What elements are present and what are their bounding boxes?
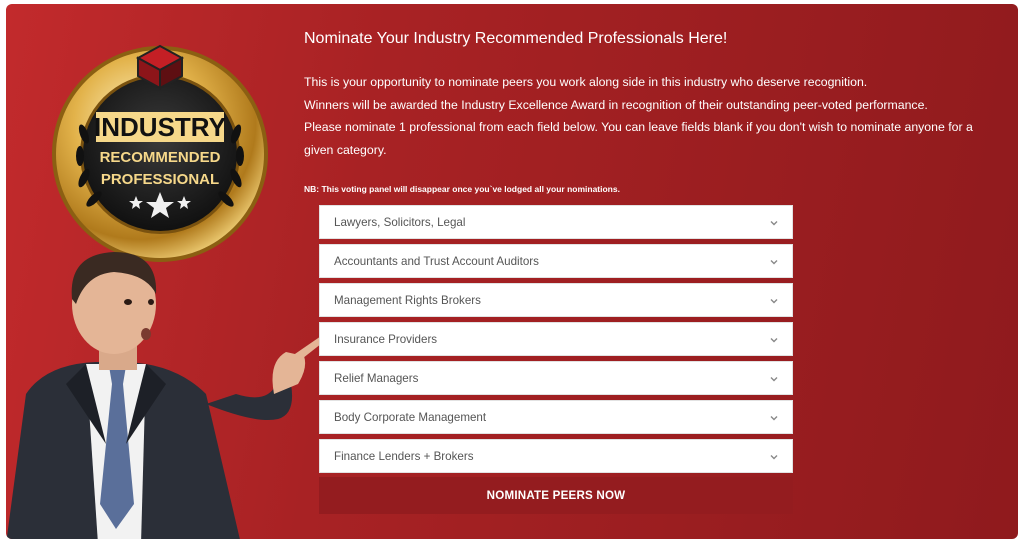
page-title: Nominate Your Industry Recommended Profe… <box>304 30 728 47</box>
chevron-down-icon <box>770 260 778 265</box>
businessman-illustration <box>6 252 326 539</box>
select-accountants[interactable]: Accountants and Trust Account Auditors <box>319 244 793 278</box>
select-legal[interactable]: Lawyers, Solicitors, Legal <box>319 205 793 239</box>
nomination-panel: INDUSTRY RECOMMENDED PROFESSIONAL Nomina… <box>6 4 1018 539</box>
select-relief-managers[interactable]: Relief Managers <box>319 361 793 395</box>
intro-text: This is your opportunity to nominate pee… <box>304 71 984 161</box>
chevron-down-icon <box>770 455 778 460</box>
badge-line-industry: INDUSTRY <box>94 112 226 142</box>
intro-line: Winners will be awarded the Industry Exc… <box>304 97 928 112</box>
select-label: Accountants and Trust Account Auditors <box>334 255 539 268</box>
select-label: Body Corporate Management <box>334 411 487 424</box>
nominate-peers-button[interactable]: NOMINATE PEERS NOW <box>319 477 793 514</box>
badge-line-recommended: RECOMMENDED <box>100 149 221 166</box>
badge-line-professional: PROFESSIONAL <box>101 171 219 188</box>
select-body-corporate[interactable]: Body Corporate Management <box>319 400 793 434</box>
chevron-down-icon <box>770 299 778 304</box>
award-badge: INDUSTRY RECOMMENDED PROFESSIONAL <box>52 44 268 262</box>
voting-note: NB: This voting panel will disappear onc… <box>304 184 620 194</box>
chevron-down-icon <box>770 338 778 343</box>
select-label: Finance Lenders + Brokers <box>334 450 474 463</box>
intro-line: Please nominate 1 professional from each… <box>304 120 973 157</box>
select-insurance[interactable]: Insurance Providers <box>319 322 793 356</box>
select-label: Management Rights Brokers <box>334 294 481 307</box>
chevron-down-icon <box>770 221 778 226</box>
nomination-content: Nominate Your Industry Recommended Profe… <box>304 4 994 539</box>
select-label: Relief Managers <box>334 372 419 385</box>
select-label: Lawyers, Solicitors, Legal <box>334 216 466 229</box>
chevron-down-icon <box>770 377 778 382</box>
select-label: Insurance Providers <box>334 333 438 346</box>
chevron-down-icon <box>770 416 778 421</box>
intro-line: This is your opportunity to nominate pee… <box>304 75 868 89</box>
select-management-rights[interactable]: Management Rights Brokers <box>319 283 793 317</box>
select-finance-lenders[interactable]: Finance Lenders + Brokers <box>319 439 793 473</box>
